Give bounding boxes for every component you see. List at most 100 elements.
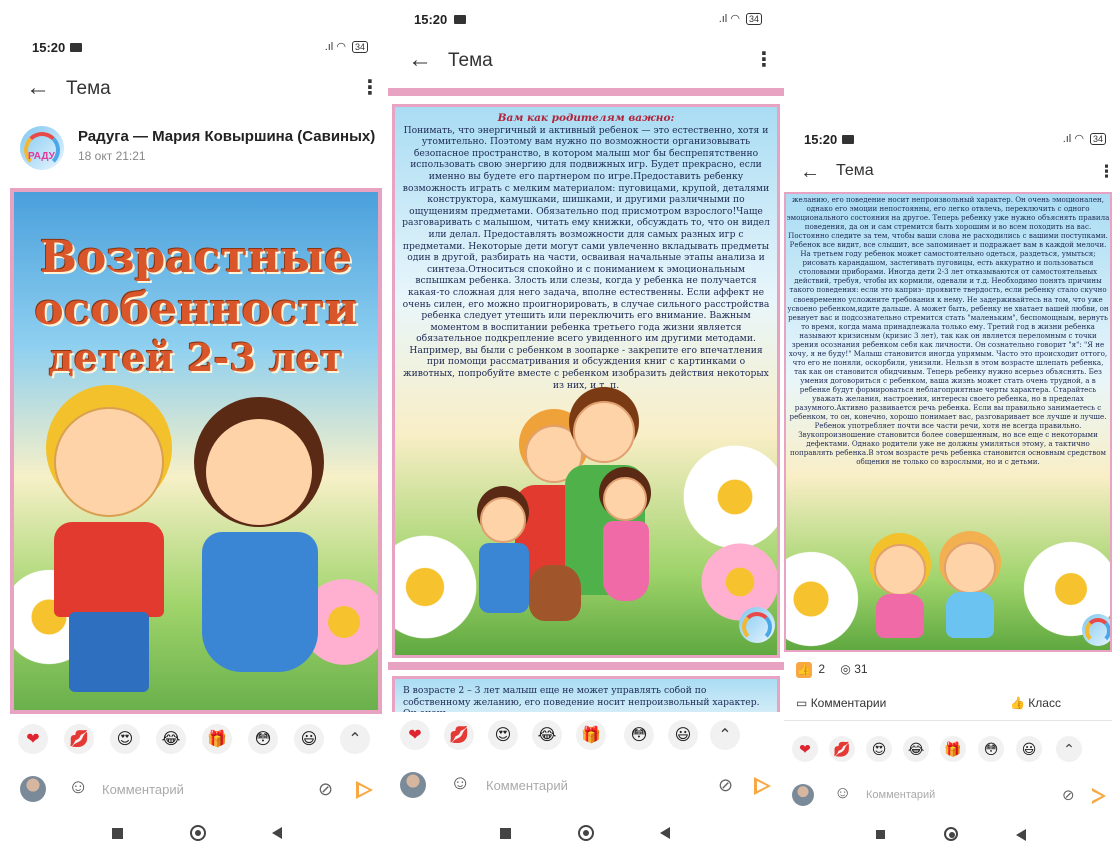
wifi-icon: ◠: [730, 13, 740, 25]
boy-illustration: [54, 407, 164, 517]
gift-icon[interactable]: 🎁: [202, 724, 232, 754]
post-image-page-2[interactable]: Вам как родителям важно: Понимать, что э…: [392, 104, 780, 658]
post-stats: 👍 2 ◎ 31: [796, 662, 868, 678]
status-bar: 15:20 .ıl ◠ 34: [388, 12, 784, 30]
comments-button[interactable]: ▭ Комментарии: [796, 696, 886, 710]
screenshot-3: 15:20 .ıl ◠ 34 ← Тема ⋮ желанию, его пов…: [784, 0, 1112, 843]
girl-illustration: [874, 544, 926, 596]
gift-icon[interactable]: 🎁: [576, 720, 606, 750]
age-features-text: желанию, его поведение носит непроизволь…: [786, 195, 1110, 467]
love-eyes-icon[interactable]: 😍: [110, 724, 140, 754]
message-icon: [70, 43, 82, 52]
surprised-icon[interactable]: 😳: [624, 720, 654, 750]
status-right: .ıl ◠ 34: [1063, 132, 1106, 145]
post-author[interactable]: РАДУ Радуга — Мария Ковыршина (Савиных) …: [0, 123, 388, 173]
boy-shirt: [479, 543, 529, 613]
recent-apps-icon[interactable]: [112, 828, 123, 839]
klass-button[interactable]: 👍 Класс: [1010, 696, 1061, 710]
back-arrow-icon[interactable]: ←: [26, 76, 50, 100]
kindergarten-logo: [739, 607, 775, 643]
chevron-up-icon[interactable]: ⌃: [340, 724, 370, 754]
status-bar: 15:20 .ıl ◠ 34: [0, 40, 388, 58]
chevron-up-icon[interactable]: ⌃: [710, 720, 740, 750]
comment-input[interactable]: Комментарий: [486, 778, 568, 793]
boy-illustration: [480, 497, 526, 543]
chevron-up-icon[interactable]: ⌃: [1056, 736, 1082, 762]
system-back-icon[interactable]: [272, 827, 282, 839]
author-name[interactable]: Радуга — Мария Ковыршина (Савиных): [78, 128, 375, 145]
more-options-icon[interactable]: ⋮: [754, 50, 774, 70]
comment-input[interactable]: Комментарий: [102, 782, 184, 797]
emoji-picker-icon[interactable]: ☺: [68, 776, 88, 799]
boy-pants: [69, 612, 149, 692]
back-arrow-icon[interactable]: ←: [408, 48, 432, 72]
send-icon[interactable]: [754, 777, 771, 795]
reaction-bar: ❤ 💋 😍 😂 🎁 😳 😃 ⌃: [388, 712, 784, 762]
more-options-icon[interactable]: ⋮: [360, 78, 380, 98]
system-back-icon[interactable]: [1016, 829, 1026, 841]
comment-bar: ☺ Комментарий ⊘: [0, 770, 388, 810]
laughing-icon[interactable]: 😂: [903, 736, 929, 762]
kiss-icon[interactable]: 💋: [64, 724, 94, 754]
home-icon[interactable]: [944, 827, 958, 841]
post-image-page-3[interactable]: желанию, его поведение носит непроизволь…: [784, 192, 1112, 652]
boy-shirt: [946, 592, 994, 638]
attach-icon[interactable]: ⊘: [718, 775, 733, 796]
signal-icon: .ıl: [324, 41, 334, 53]
love-eyes-icon[interactable]: 😍: [866, 736, 892, 762]
girl-dress: [202, 532, 318, 672]
user-avatar: [20, 776, 46, 802]
signal-icon: .ıl: [1062, 133, 1072, 145]
emoji-picker-icon[interactable]: ☺: [450, 772, 470, 795]
smile-icon[interactable]: 😃: [668, 720, 698, 750]
thumbs-up-icon: 👍: [1010, 696, 1025, 710]
kiss-icon[interactable]: 💋: [829, 736, 855, 762]
cover-title-line-3: детей 2-3 лет: [48, 334, 344, 380]
user-avatar: [792, 784, 814, 806]
heart-icon[interactable]: ❤: [792, 736, 818, 762]
wifi-icon: ◠: [1074, 133, 1084, 145]
heart-icon[interactable]: ❤: [18, 724, 48, 754]
more-options-icon[interactable]: ⋮: [1098, 162, 1112, 182]
send-icon[interactable]: [1092, 788, 1106, 804]
group-avatar[interactable]: РАДУ: [20, 126, 64, 170]
recent-apps-icon[interactable]: [876, 830, 885, 839]
back-arrow-icon[interactable]: ←: [800, 160, 820, 184]
surprised-icon[interactable]: 😳: [978, 736, 1004, 762]
love-eyes-icon[interactable]: 😍: [488, 720, 518, 750]
smile-icon[interactable]: 😃: [294, 724, 324, 754]
parent-advice-heading: Вам как родителям важно:: [497, 112, 675, 124]
battery-icon: 34: [351, 41, 368, 53]
girl-dress: [603, 521, 649, 601]
gift-icon[interactable]: 🎁: [940, 736, 966, 762]
daisy-illustration: [786, 544, 866, 650]
surprised-icon[interactable]: 😳: [248, 724, 278, 754]
girl-illustration: [603, 477, 647, 521]
home-icon[interactable]: [578, 825, 594, 841]
post-image-page-3-preview[interactable]: В возрасте 2 – 3 лет малыш еще не может …: [392, 676, 780, 716]
status-time: 15:20: [414, 12, 448, 27]
laughing-icon[interactable]: 😂: [532, 720, 562, 750]
home-icon[interactable]: [190, 825, 206, 841]
smile-icon[interactable]: 😃: [1016, 736, 1042, 762]
laughing-icon[interactable]: 😂: [156, 724, 186, 754]
system-back-icon[interactable]: [660, 827, 670, 839]
group-logo-text: РАДУ: [28, 151, 55, 162]
heart-icon[interactable]: ❤: [400, 720, 430, 750]
emoji-picker-icon[interactable]: ☺: [834, 783, 851, 803]
kiss-icon[interactable]: 💋: [444, 720, 474, 750]
attach-icon[interactable]: ⊘: [318, 779, 333, 800]
daisy-illustration: [395, 527, 485, 647]
boy-illustration: [944, 542, 996, 594]
comments-label: Комментарии: [810, 696, 887, 710]
attach-icon[interactable]: ⊘: [1062, 786, 1075, 804]
system-nav-bar: [0, 818, 388, 843]
comment-bar: ☺ Комментарий ⊘: [784, 778, 1112, 818]
recent-apps-icon[interactable]: [500, 828, 511, 839]
reaction-bar: ❤ 💋 😍 😂 🎁 😳 😃 ⌃: [784, 728, 1112, 778]
send-icon[interactable]: [356, 781, 373, 799]
comment-input[interactable]: Комментарий: [866, 789, 935, 801]
post-image-cover[interactable]: Возрастные особенности детей 2-3 лет: [10, 188, 382, 714]
likes-count[interactable]: 2: [818, 662, 825, 676]
status-right: .ıl ◠ 34: [325, 40, 368, 53]
